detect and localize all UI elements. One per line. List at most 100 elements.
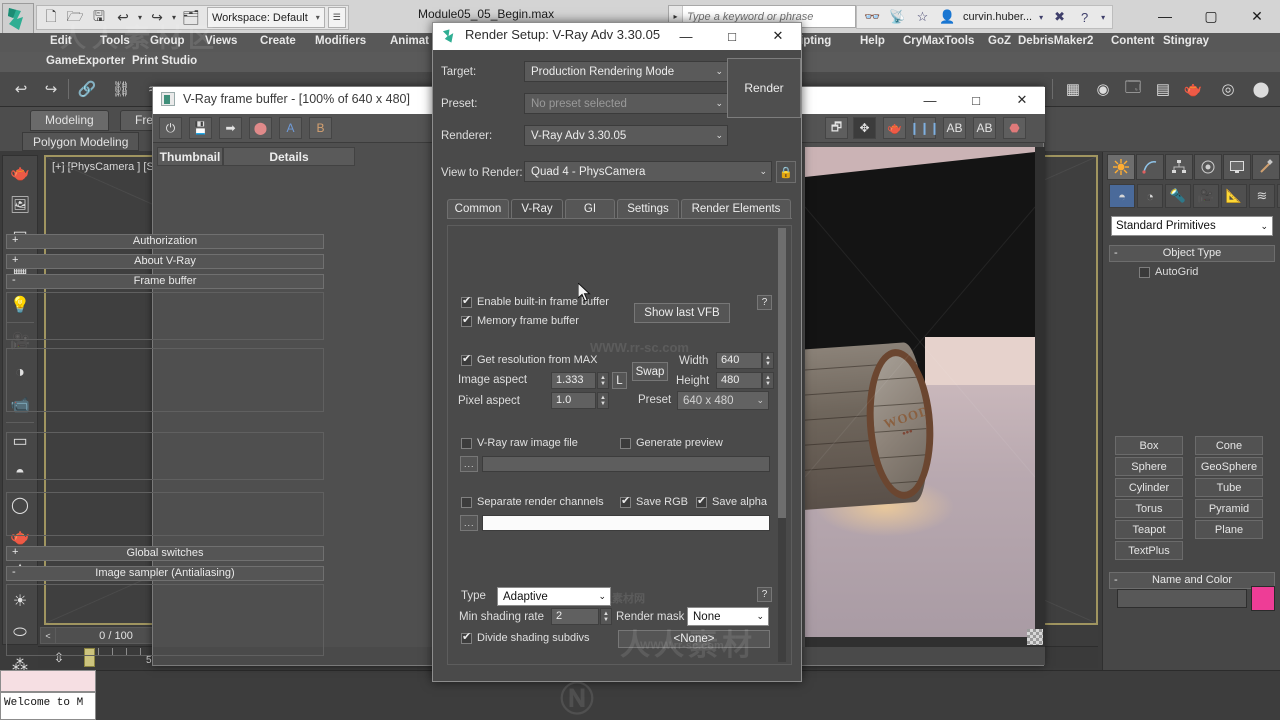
render-mask-dropdown[interactable]: None ⌄ — [687, 607, 769, 626]
memory-framebuffer-checkbox[interactable]: Memory frame buffer — [461, 313, 579, 327]
tab-common[interactable]: Common — [447, 199, 509, 218]
workspace-selector[interactable]: Workspace: Default ▾ — [207, 7, 325, 28]
preset-dropdown[interactable]: No preset selected ⌄ — [524, 93, 728, 114]
vfb-power-icon[interactable]: ⏻ — [159, 117, 182, 139]
view-lock-icon[interactable]: 🔒 — [776, 161, 796, 183]
autogrid-checkbox[interactable] — [1139, 266, 1150, 278]
raw-image-path-input[interactable] — [482, 456, 770, 472]
undo-dropdown-icon[interactable]: ▾ — [135, 7, 145, 29]
redo-icon[interactable]: ↪ — [145, 7, 169, 29]
vfb-maximize-icon[interactable]: □ — [953, 87, 999, 113]
menu-help[interactable]: Help — [860, 35, 885, 47]
workspace-menu-icon[interactable]: ☰ — [327, 7, 346, 28]
tab-hierarchy[interactable] — [1165, 154, 1193, 180]
menu-debrismaker2[interactable]: DebrisMaker2 — [1018, 35, 1093, 47]
menu-content[interactable]: Content — [1111, 35, 1154, 47]
width-spinner[interactable]: ▲ ▼ — [762, 352, 774, 369]
binoculars-icon[interactable]: 👓 — [860, 7, 885, 28]
view-to-render-dropdown[interactable]: Quad 4 - PhysCamera ⌄ — [524, 161, 772, 182]
vfb-tab-thumbnail[interactable]: Thumbnail — [157, 147, 223, 166]
height-spinner[interactable]: ▲ ▼ — [762, 372, 774, 389]
primitive-cylinder-button[interactable]: Cylinder — [1115, 478, 1183, 497]
render-iterative-icon[interactable]: ⬤ — [1248, 76, 1274, 102]
tab-utilities[interactable] — [1252, 154, 1280, 180]
menu-tools[interactable]: Tools — [100, 35, 130, 47]
rollout-authorization[interactable]: + Authorization — [6, 234, 324, 249]
render-mask-none-button[interactable]: <None> — [618, 630, 770, 648]
satellite-icon[interactable]: 📡 — [885, 7, 910, 28]
menu-group[interactable]: Group — [150, 35, 185, 47]
vfb-ab-horizontal-icon[interactable]: AB — [973, 117, 996, 139]
primitive-plane-button[interactable]: Plane — [1195, 520, 1263, 539]
tab-settings[interactable]: Settings — [617, 199, 679, 218]
account-name[interactable]: curvin.huber... — [960, 11, 1035, 23]
divide-shading-subdivs-checkbox[interactable]: Divide shading subdivs — [461, 630, 590, 644]
image-sampler-help-icon[interactable]: ? — [757, 587, 772, 602]
sampler-type-dropdown[interactable]: Adaptive ⌄ — [497, 587, 611, 606]
render-setup-scrollbar-thumb[interactable] — [778, 228, 786, 518]
material-editor-icon[interactable]: ◉ — [1090, 76, 1116, 102]
vfb-render-teapot-icon[interactable]: 🫖 — [883, 117, 906, 139]
star-icon[interactable]: ☆ — [910, 7, 935, 28]
save-rgb-checkbox[interactable]: Save RGB — [620, 494, 688, 508]
pixel-aspect-input[interactable]: 1.0 — [551, 392, 596, 409]
render-setup-tool-icon[interactable]: 🗔 — [1120, 76, 1146, 102]
rollout-about-vray[interactable]: + About V-Ray — [6, 254, 324, 269]
vfb-close-icon[interactable]: ✕ — [999, 87, 1045, 113]
object-name-input[interactable] — [1117, 589, 1247, 608]
account-chevron-icon[interactable]: ▾ — [1035, 7, 1047, 28]
primitive-tube-button[interactable]: Tube — [1195, 478, 1263, 497]
new-file-icon[interactable]: 🗋 — [39, 7, 63, 29]
width-input[interactable]: 640 — [716, 352, 762, 369]
primitive-sphere-button[interactable]: Sphere — [1115, 457, 1183, 476]
channels-path-input[interactable] — [482, 515, 770, 531]
primitive-geosphere-button[interactable]: GeoSphere — [1195, 457, 1263, 476]
menu-scripting[interactable]: ipting — [800, 35, 831, 47]
menu-gameexporter[interactable]: GameExporter — [46, 55, 125, 67]
vfb-pan-region-icon[interactable]: ✥ — [853, 117, 876, 139]
category-geometry-icon[interactable]: ◓ — [1109, 184, 1135, 208]
select-and-link-icon[interactable]: 🔗 — [74, 76, 100, 102]
menu-modifiers[interactable]: Modifiers — [315, 35, 366, 47]
image-aspect-spinner[interactable]: ▲ ▼ — [597, 372, 609, 389]
undo-tool-icon[interactable]: ↩ — [8, 76, 34, 102]
minimize-icon[interactable]: — — [1142, 0, 1188, 32]
rollout-image-sampler[interactable]: - Image sampler (Antialiasing) — [6, 566, 324, 581]
maxscript-listener-output[interactable]: Welcome to M — [0, 692, 96, 720]
tab-motion[interactable] — [1194, 154, 1222, 180]
get-resolution-from-max-checkbox[interactable]: Get resolution from MAX — [461, 352, 597, 366]
close-icon[interactable]: ✕ — [1234, 0, 1280, 32]
ribbon-tab-modeling[interactable]: Modeling — [30, 110, 109, 131]
rendered-frame-window-icon[interactable]: ▤ — [1150, 76, 1176, 102]
material-preview-icon[interactable]: 🖼 — [4, 189, 36, 220]
redo-tool-icon[interactable]: ↪ — [38, 76, 64, 102]
menu-edit[interactable]: Edit — [50, 35, 72, 47]
menu-stingray[interactable]: Stingray — [1163, 35, 1209, 47]
object-color-swatch[interactable] — [1251, 586, 1275, 611]
open-file-icon[interactable]: 🗁 — [63, 7, 87, 29]
primitive-box-button[interactable]: Box — [1115, 436, 1183, 455]
tab-modify[interactable] — [1136, 154, 1164, 180]
category-helpers-icon[interactable]: 📐 — [1221, 184, 1247, 208]
category-spacewarps-icon[interactable]: ≋ — [1249, 184, 1275, 208]
tab-create[interactable] — [1107, 154, 1135, 180]
render-setup-close-icon[interactable]: ✕ — [755, 23, 801, 49]
image-aspect-input[interactable]: 1.333 — [551, 372, 596, 389]
autogrid-row[interactable]: AutoGrid — [1139, 266, 1198, 278]
show-last-vfb-button[interactable]: Show last VFB — [634, 303, 730, 323]
tab-vray[interactable]: V-Ray — [511, 199, 563, 218]
renderer-dropdown[interactable]: V-Ray Adv 3.30.05 ⌄ — [524, 125, 728, 146]
redo-dropdown-icon[interactable]: ▾ — [169, 7, 179, 29]
user-avatar-icon[interactable]: 👤 — [935, 7, 960, 28]
target-dropdown[interactable]: Production Rendering Mode ⌄ — [524, 61, 728, 82]
help-chevron-icon[interactable]: ▾ — [1097, 7, 1109, 28]
menu-create[interactable]: Create — [260, 35, 296, 47]
vfb-minimize-icon[interactable]: — — [907, 87, 953, 113]
render-dropdown-icon[interactable]: ◎ — [1215, 76, 1241, 102]
min-shading-rate-input[interactable]: 2 — [551, 608, 599, 625]
vray-raw-image-file-checkbox[interactable]: V-Ray raw image file — [461, 437, 578, 449]
vfb-duplicate-icon[interactable]: 🗗 — [825, 117, 848, 139]
primitives-category-dropdown[interactable]: Standard Primitives ⌄ — [1111, 216, 1273, 236]
separate-render-channels-checkbox[interactable]: Separate render channels — [461, 496, 604, 508]
tab-display[interactable] — [1223, 154, 1251, 180]
